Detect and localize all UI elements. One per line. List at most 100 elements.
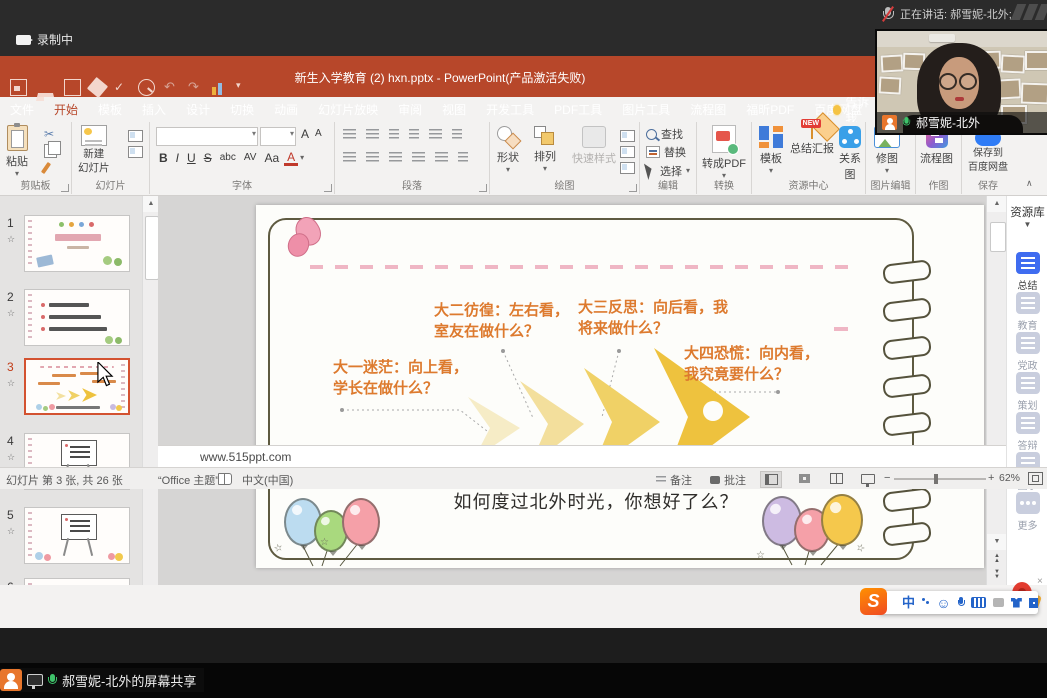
- copy-icon[interactable]: [44, 144, 57, 158]
- paste-button[interactable]: 粘贴 ▾: [6, 125, 28, 177]
- caption-sophomore[interactable]: 大二彷徨：左右看， 室友在做什么？: [434, 300, 569, 342]
- ime-handwriting-icon[interactable]: [993, 598, 1004, 607]
- font-name-combo[interactable]: [156, 127, 258, 146]
- change-case-button[interactable]: Aa: [261, 150, 282, 166]
- line-spacing-icon[interactable]: [429, 129, 442, 139]
- main-scrollbar[interactable]: ▲ ▼ ▲▲ ▼▼: [986, 196, 1007, 585]
- zoom-out-button[interactable]: −: [884, 472, 890, 484]
- slide-thumb-6[interactable]: [24, 578, 130, 585]
- grow-font-button[interactable]: A: [298, 126, 312, 142]
- tab-foxit-pdf[interactable]: 福昕PDF: [736, 97, 804, 122]
- slide-thumb-5[interactable]: [24, 507, 130, 564]
- tab-review[interactable]: 审阅: [388, 97, 432, 122]
- caption-junior[interactable]: 大三反思：向后看，我 将来做什么？: [578, 297, 728, 339]
- shrink-font-button[interactable]: A: [312, 126, 325, 142]
- increase-indent-icon[interactable]: [409, 129, 419, 139]
- align-right-icon[interactable]: [389, 152, 402, 162]
- sidebar-item-education[interactable]: 教育: [1007, 292, 1047, 332]
- thumb-scroll-up-icon[interactable]: ▲: [143, 196, 158, 212]
- sidebar-caret-icon[interactable]: ▼: [1007, 220, 1047, 229]
- tell-me-box[interactable]: 告诉我: [833, 97, 875, 122]
- scroll-up-icon[interactable]: ▲: [987, 196, 1007, 212]
- font-size-combo[interactable]: [260, 127, 296, 146]
- new-slide-button[interactable]: 新建 幻灯片: [78, 125, 110, 174]
- zoom-slider[interactable]: [894, 478, 986, 480]
- convert-to-pdf-button[interactable]: 转成PDF ▾: [699, 125, 749, 179]
- sidebar-item-party[interactable]: 党政: [1007, 332, 1047, 372]
- tab-flowchart[interactable]: 流程图: [680, 97, 736, 122]
- strikethrough-button[interactable]: S: [201, 150, 215, 166]
- ime-mode-chinese[interactable]: 中: [902, 596, 915, 610]
- theme-name[interactable]: “Office 主题”: [158, 472, 219, 488]
- zoom-in-button[interactable]: +: [988, 472, 994, 484]
- ime-toolbox-icon[interactable]: [1029, 598, 1038, 608]
- numbering-icon[interactable]: [366, 129, 379, 139]
- slide-thumb-2[interactable]: [24, 289, 130, 346]
- mic-muted-icon[interactable]: [882, 7, 894, 22]
- relation-chart-button[interactable]: 关系图: [834, 126, 866, 182]
- smartart-convert-icon[interactable]: [458, 152, 468, 162]
- align-left-icon[interactable]: [343, 152, 356, 162]
- normal-view-button[interactable]: [760, 471, 782, 488]
- ime-skin-icon[interactable]: [1011, 598, 1022, 608]
- arrange-button[interactable]: 排列 ▾: [534, 126, 556, 172]
- notes-pane[interactable]: www.515ppt.com: [158, 445, 1006, 468]
- bullets-icon[interactable]: [343, 129, 356, 139]
- ime-voice-icon[interactable]: [958, 597, 964, 608]
- cut-icon[interactable]: ✂: [44, 128, 57, 140]
- tab-file[interactable]: 文件: [0, 97, 44, 122]
- slide-thumb-3-selected[interactable]: [24, 358, 130, 415]
- columns-icon[interactable]: [435, 152, 448, 162]
- tab-view[interactable]: 视图: [432, 97, 476, 122]
- slide-layout-icon[interactable]: [128, 130, 143, 142]
- template-button[interactable]: 模板 ▾: [754, 126, 788, 174]
- tab-slideshow[interactable]: 幻灯片放映: [308, 97, 388, 122]
- ime-keyboard-icon[interactable]: [971, 597, 986, 608]
- fit-slide-button[interactable]: [1028, 472, 1043, 485]
- decrease-indent-icon[interactable]: [389, 129, 399, 139]
- slide-sorter-view-button[interactable]: [794, 471, 814, 486]
- character-spacing-button[interactable]: AV: [241, 150, 260, 166]
- scroll-down-icon[interactable]: ▼: [987, 534, 1007, 550]
- shape-fill-icon[interactable]: [620, 130, 635, 142]
- justify-icon[interactable]: [412, 152, 425, 162]
- text-direction-icon[interactable]: [452, 129, 462, 139]
- slideshow-view-button[interactable]: [858, 471, 878, 486]
- webcam-feed[interactable]: 郝雪妮-北外: [875, 29, 1047, 135]
- thumbnail-scrollbar[interactable]: ▲: [142, 196, 158, 585]
- shape-effects-icon[interactable]: [620, 162, 635, 174]
- quick-styles-button[interactable]: 快速样式: [572, 126, 616, 166]
- shapes-button[interactable]: 形状 ▾: [496, 126, 520, 173]
- font-color-caret-icon[interactable]: ▾: [300, 155, 304, 161]
- comments-toggle-button[interactable]: 批注: [710, 472, 746, 488]
- sidebar-item-planning[interactable]: 策划: [1007, 372, 1047, 412]
- tab-pdf-tools[interactable]: PDF工具: [544, 97, 612, 122]
- zoom-slider-thumb[interactable]: [934, 474, 938, 484]
- caption-freshman[interactable]: 大一迷茫：向上看， 学长在做什么？: [333, 357, 468, 399]
- tab-animations[interactable]: 动画: [264, 97, 308, 122]
- sidebar-item-summary[interactable]: 总结: [1007, 252, 1047, 292]
- thumb-scroll-thumb[interactable]: [145, 216, 158, 280]
- ime-punctuation-icon[interactable]: [922, 598, 929, 608]
- slide-section-icon[interactable]: [128, 146, 143, 158]
- italic-button[interactable]: I: [173, 150, 182, 166]
- ime-emoji-icon[interactable]: ☺: [936, 596, 950, 610]
- sidebar-item-defense[interactable]: 答辩: [1007, 412, 1047, 452]
- shape-outline-icon[interactable]: [620, 146, 635, 158]
- reading-view-button[interactable]: [826, 471, 846, 486]
- scroll-thumb[interactable]: [990, 222, 1006, 252]
- replace-button[interactable]: 替换: [664, 144, 686, 160]
- notes-toggle-button[interactable]: 备注: [656, 472, 692, 488]
- slide-thumb-1[interactable]: [24, 215, 130, 272]
- current-slide[interactable]: 大二彷徨：左右看， 室友在做什么？ 大三反思：向后看，我 将来做什么？ 大一迷茫…: [256, 205, 984, 568]
- collapse-ribbon-icon[interactable]: ∧: [1026, 178, 1033, 189]
- tab-developer[interactable]: 开发工具: [476, 97, 544, 122]
- proofing-book-icon[interactable]: [218, 473, 232, 485]
- sidebar-item-more[interactable]: 更多: [1007, 492, 1047, 532]
- align-center-icon[interactable]: [366, 152, 379, 162]
- language-label[interactable]: 中文(中国): [242, 472, 293, 488]
- slide-question[interactable]: 如何度过北外时光，你想好了么？: [376, 488, 816, 514]
- tab-insert[interactable]: 插入: [132, 97, 176, 122]
- promo-close-icon[interactable]: ×: [1037, 576, 1043, 587]
- font-color-button[interactable]: A: [284, 151, 298, 166]
